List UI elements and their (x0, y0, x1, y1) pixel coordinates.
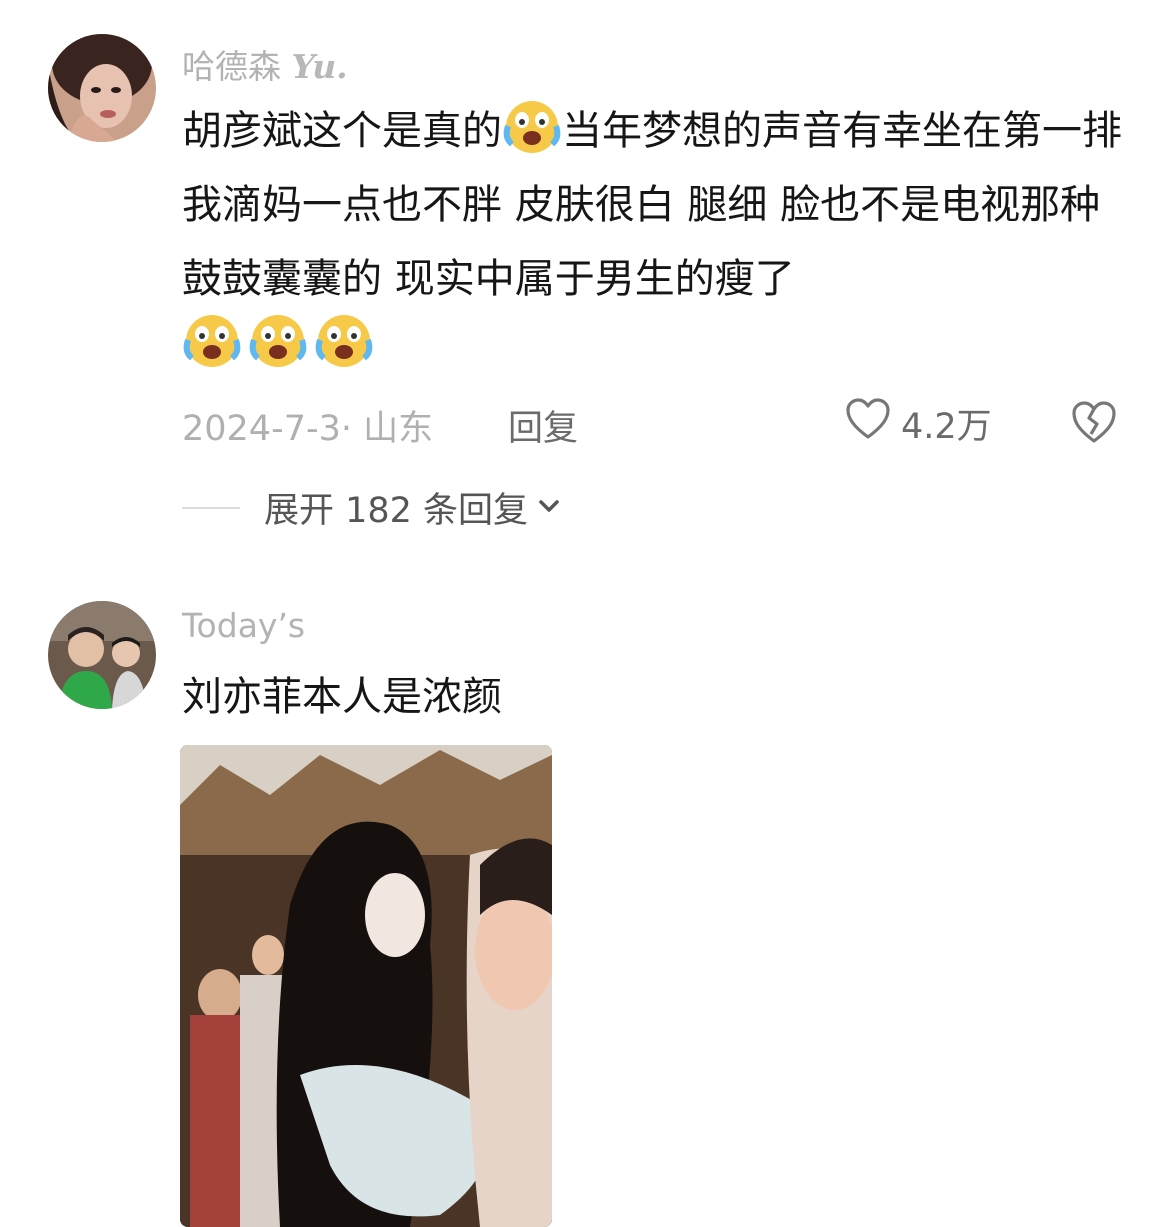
comment-text: 刘亦菲本人是浓颜 (182, 674, 502, 720)
dislike-button[interactable] (1070, 400, 1118, 448)
crying-laughing-emoji-icon (182, 314, 242, 368)
broken-heart-icon (1070, 401, 1118, 448)
username-suffix: Yu. (291, 47, 348, 86)
avatar[interactable] (48, 34, 156, 142)
crying-laughing-emoji-icon (314, 314, 374, 368)
reply-button[interactable]: 回复 (508, 400, 578, 451)
expand-divider (182, 506, 240, 509)
like-count: 4.2万 (901, 407, 992, 447)
avatar[interactable] (48, 601, 156, 709)
expand-replies-button[interactable]: 展开 182 条回复 (182, 482, 562, 533)
expand-replies-label: 展开 182 条回复 (264, 491, 529, 531)
emoji-row (182, 315, 374, 374)
username[interactable]: Today’s (182, 606, 305, 645)
crying-laughing-emoji-icon (502, 100, 562, 154)
comment-image[interactable] (180, 745, 552, 1227)
comment-meta: 2024-7-3· 山东 (182, 400, 433, 451)
username-text: 哈德森 (182, 47, 281, 86)
comment-date: 2024-7-3 (182, 409, 341, 449)
username[interactable]: 哈德森 Yu. (182, 40, 348, 88)
like-button[interactable]: 4.2万 (845, 398, 992, 449)
crying-laughing-emoji-icon (248, 314, 308, 368)
chevron-down-icon (536, 496, 562, 520)
heart-icon (845, 398, 891, 449)
comment-text: 胡彦斌这个是真的 当年梦想的声音有幸坐在第一排 我滴妈一点也不胖 皮肤很白 腿细… (182, 94, 1122, 316)
comment-location: · 山东 (340, 409, 434, 449)
comment-text-part1: 胡彦斌这个是真的 (182, 108, 502, 154)
